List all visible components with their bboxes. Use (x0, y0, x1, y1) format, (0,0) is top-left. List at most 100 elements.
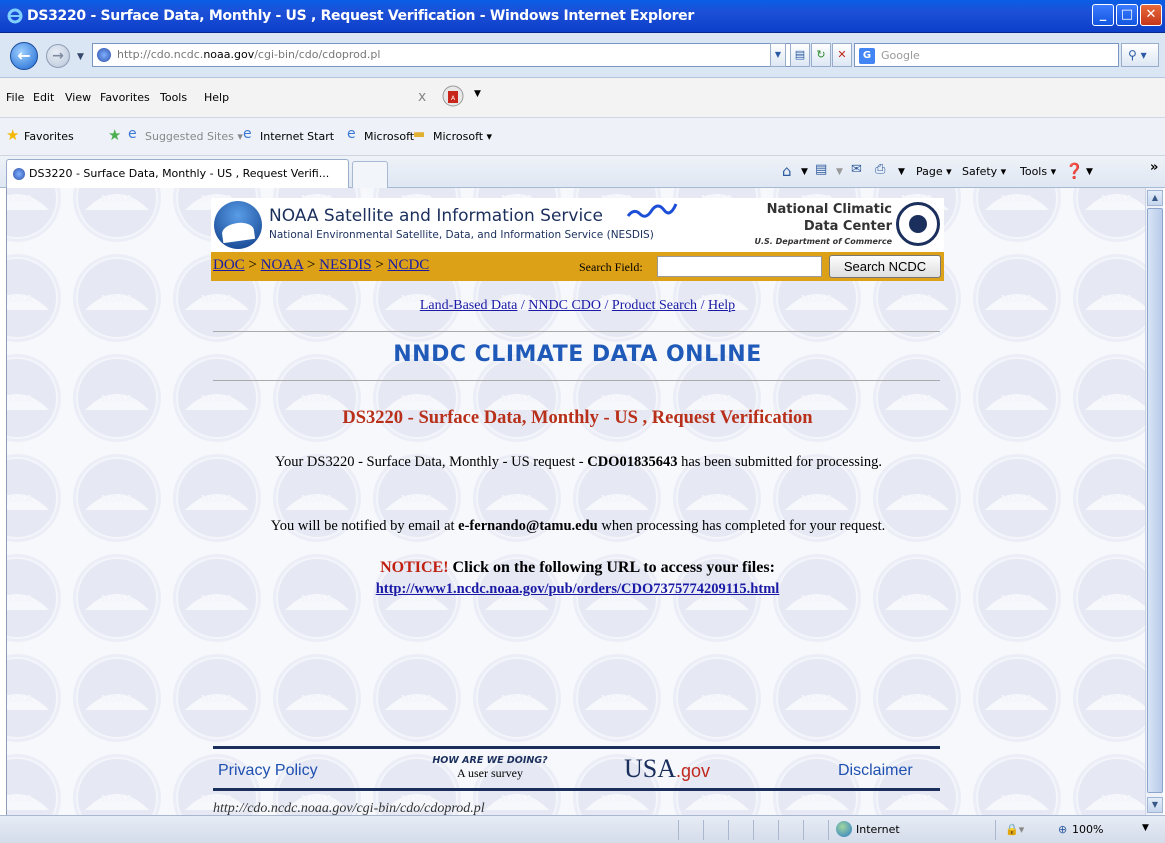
menu-edit[interactable]: Edit (33, 91, 54, 104)
breadcrumb-nesdis[interactable]: NESDIS (319, 257, 372, 273)
feeds-dropdown-icon[interactable]: ▼ (836, 167, 843, 177)
ncdc-search-input[interactable] (657, 256, 822, 277)
menu-help[interactable]: Help (204, 91, 229, 104)
privacy-policy-link[interactable]: Privacy Policy (218, 762, 318, 780)
tab-current[interactable]: DS3220 - Surface Data, Monthly - US , Re… (6, 159, 349, 188)
ie-page-icon: e (347, 126, 356, 142)
ie-page-icon: e (128, 126, 137, 142)
noaa-background-pattern: NOAA (7, 188, 1145, 815)
microsoft-link[interactable]: Microsoft (364, 130, 414, 143)
home-icon[interactable]: ⌂ (782, 162, 792, 180)
order-url-container: http://www1.ncdc.noaa.gov/pub/orders/CDO… (211, 581, 944, 598)
suggested-sites-link[interactable]: Suggested Sites ▾ (145, 130, 243, 143)
scroll-down-icon[interactable]: ▼ (1147, 797, 1163, 813)
breadcrumb-separator: > (371, 257, 388, 273)
menu-tools[interactable]: Tools (160, 91, 187, 104)
request-title: DS3220 - Surface Data, Monthly - US , Re… (342, 408, 813, 428)
status-divider (778, 820, 779, 840)
internet-start-link[interactable]: Internet Start (260, 130, 334, 143)
address-input[interactable]: http://cdo.ncdc.noaa.gov/cgi-bin/cdo/cdo… (92, 43, 809, 67)
new-tab-button[interactable] (352, 161, 388, 188)
close-toolbar-icon[interactable]: x (418, 89, 426, 105)
cdo-banner: NNDC CLIMATE DATA ONLINE (393, 342, 762, 367)
noaa-header: NOAA Satellite and Information Service N… (211, 198, 944, 252)
window-title: DS3220 - Surface Data, Monthly - US , Re… (27, 8, 694, 24)
usa-gov-logo[interactable]: USA.gov (624, 754, 710, 784)
search-ncdc-button[interactable]: Search NCDC (829, 255, 941, 278)
refresh-icon[interactable]: ↻ (811, 43, 831, 67)
maximize-button[interactable]: □ (1116, 4, 1138, 26)
sublink-separator: / (517, 298, 529, 313)
favorites-star-icon: ★ (6, 126, 20, 144)
minimize-button[interactable]: _ (1092, 4, 1114, 26)
scroll-thumb[interactable] (1147, 208, 1163, 793)
forward-button[interactable]: → (46, 44, 70, 68)
print-dropdown-icon[interactable]: ▼ (898, 167, 905, 177)
microsoft-folder[interactable]: Microsoft ▾ (433, 130, 492, 143)
status-divider (678, 820, 679, 840)
status-divider (728, 820, 729, 840)
land-based-data-link[interactable]: Land-Based Data (420, 298, 518, 313)
window-title-bar: DS3220 - Surface Data, Monthly - US , Re… (0, 0, 1165, 33)
nndc-cdo-link[interactable]: NNDC CDO (528, 298, 601, 313)
compatibility-view-icon[interactable]: ▤ (790, 43, 810, 67)
home-dropdown-icon[interactable]: ▼ (801, 167, 808, 177)
user-survey-link[interactable]: HOW ARE WE DOING? A user survey (425, 755, 555, 781)
stop-icon[interactable]: ✕ (832, 43, 852, 67)
zoom-dropdown-icon[interactable]: ▼ (1142, 823, 1149, 833)
menu-view[interactable]: View (65, 91, 91, 104)
divider (213, 331, 940, 332)
vertical-scrollbar[interactable]: ▲ ▼ (1145, 188, 1163, 815)
more-commands-icon[interactable]: » (1150, 160, 1158, 175)
commerce-seal-icon[interactable] (896, 202, 940, 246)
help-link[interactable]: Help (708, 298, 735, 313)
tab-bar: DS3220 - Surface Data, Monthly - US , Re… (0, 156, 1165, 188)
safety-menu[interactable]: Safety ▾ (962, 165, 1006, 178)
menu-favorites[interactable]: Favorites (100, 91, 150, 104)
ie-logo-icon (7, 8, 23, 24)
zoom-icon[interactable]: ⊕ (1058, 823, 1067, 836)
breadcrumb-noaa[interactable]: NOAA (261, 257, 304, 273)
submission-message: Your DS3220 - Surface Data, Monthly - US… (274, 454, 883, 470)
protected-mode-icon[interactable]: 🔒▾ (1005, 823, 1024, 836)
notice-text: NOTICE! Click on the following URL to ac… (380, 559, 775, 576)
page-url-footer: http://cdo.ncdc.noaa.gov/cgi-bin/cdo/cdo… (213, 801, 485, 815)
header-subtitle: National Environmental Satellite, Data, … (269, 229, 654, 241)
sublink-separator: / (601, 298, 612, 313)
print-icon[interactable]: ⎙ (875, 162, 885, 177)
help-icon[interactable]: ❓ (1065, 162, 1084, 180)
survey-subtitle: A user survey (457, 766, 523, 780)
history-dropdown-icon[interactable]: ▼ (77, 52, 84, 62)
mail-icon[interactable]: ✉ (851, 162, 862, 177)
search-field-label: Search Field: (579, 260, 643, 274)
pdf-icon[interactable]: A (442, 84, 466, 110)
page-content: NOAA NOAA Satellite and Information Serv… (6, 188, 1145, 815)
status-bar: Internet 🔒▾ ⊕ 100% ▼ (0, 815, 1165, 843)
search-go-button[interactable]: ⚲ ▾ (1121, 43, 1159, 67)
back-button[interactable]: ← (10, 42, 38, 70)
noaa-logo-icon[interactable] (214, 201, 262, 249)
google-icon: G (859, 48, 875, 64)
ie-page-icon: e (243, 126, 252, 142)
address-dropdown-icon[interactable]: ▼ (770, 43, 786, 67)
breadcrumb-doc[interactable]: DOC (213, 257, 245, 273)
product-search-link[interactable]: Product Search (612, 298, 697, 313)
menu-file[interactable]: File (6, 91, 24, 104)
sub-navigation: Land-Based Data / NNDC CDO / Product Sea… (211, 298, 944, 314)
favorites-button[interactable]: Favorites (24, 130, 74, 143)
page-menu[interactable]: Page ▾ (916, 165, 952, 178)
pdf-dropdown-icon[interactable]: ▼ (474, 89, 481, 99)
order-url-link[interactable]: http://www1.ncdc.noaa.gov/pub/orders/CDO… (376, 581, 780, 597)
scroll-up-icon[interactable]: ▲ (1147, 190, 1163, 206)
search-placeholder: Google (881, 49, 920, 62)
search-input[interactable]: G Google (854, 43, 1119, 67)
breadcrumb-ncdc[interactable]: NCDC (388, 257, 430, 273)
tools-menu[interactable]: Tools ▾ (1020, 165, 1056, 178)
zoom-level[interactable]: 100% (1072, 823, 1103, 836)
disclaimer-link[interactable]: Disclaimer (838, 762, 913, 780)
feeds-icon[interactable]: ▤ (815, 162, 827, 177)
help-dropdown-icon[interactable]: ▼ (1086, 167, 1093, 177)
ncdc-title-line2: Data Center (803, 219, 892, 234)
add-favorite-icon[interactable]: ★ (108, 126, 121, 144)
close-button[interactable]: ✕ (1140, 4, 1162, 26)
